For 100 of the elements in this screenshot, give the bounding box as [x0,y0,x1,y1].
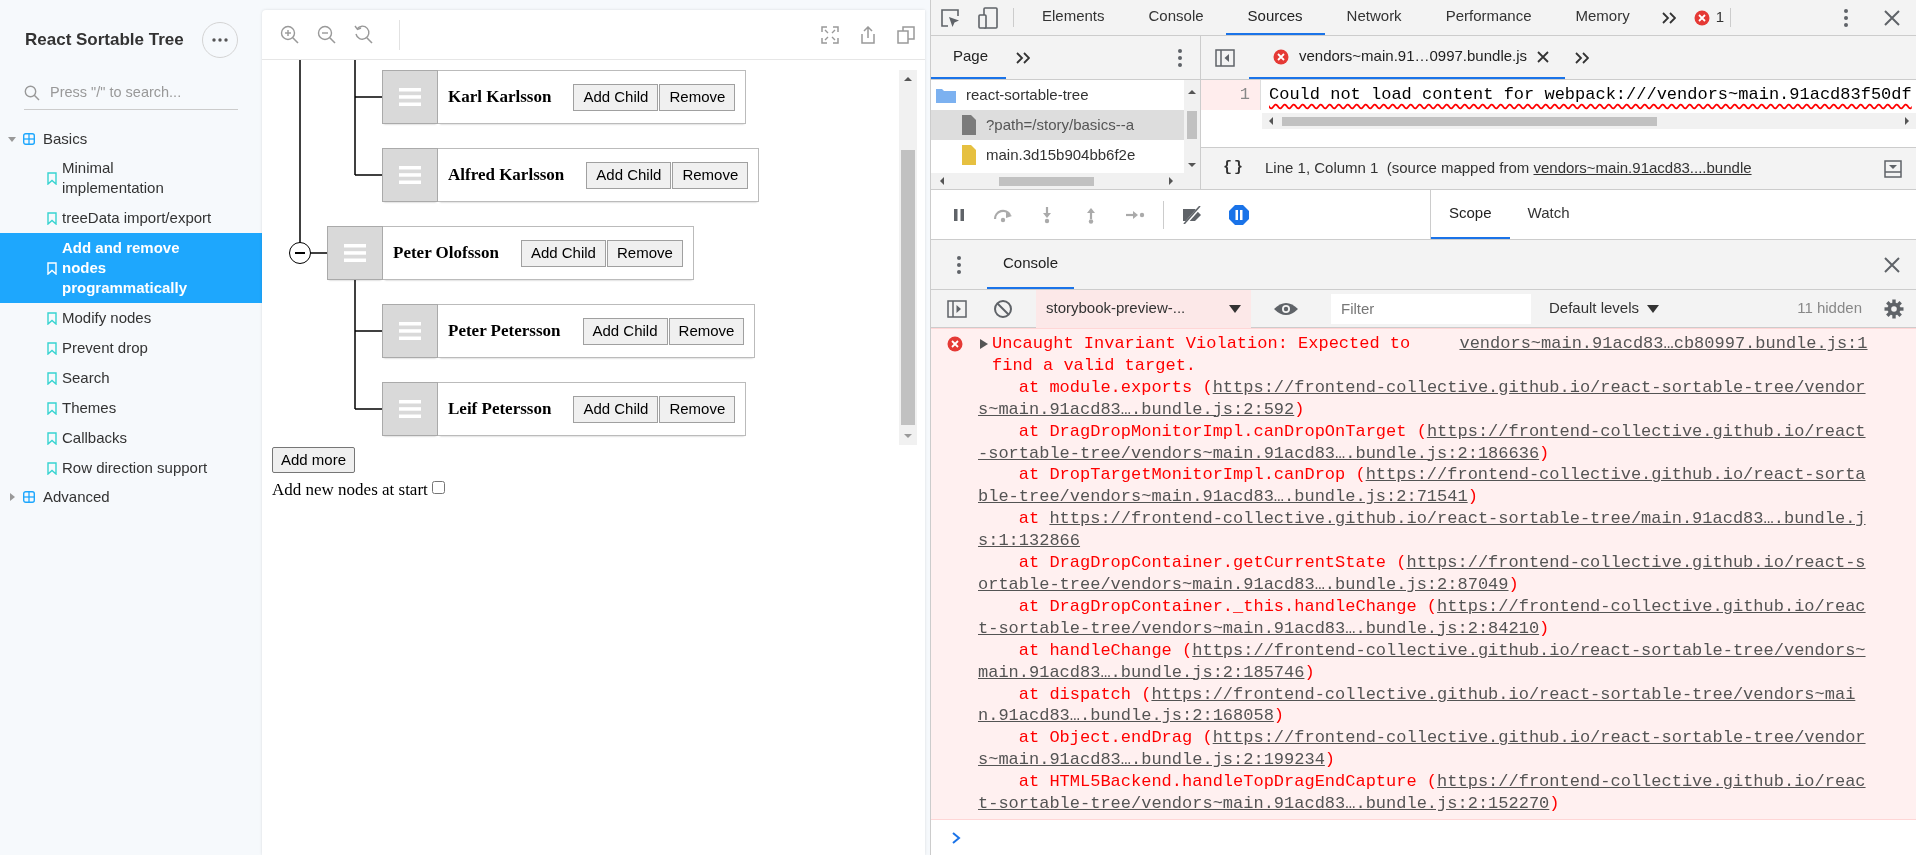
toggle-sidebar-icon[interactable] [1884,159,1902,178]
scrollbar-thumb[interactable] [1187,110,1197,139]
drag-handle[interactable] [382,70,438,124]
context-select[interactable]: storybook-preview-... [1036,289,1251,328]
file-tree-item[interactable]: ?path=/story/basics--a [931,110,1184,140]
devtools-tab[interactable]: Network [1324,0,1424,35]
pause-on-exceptions-icon[interactable] [1228,203,1250,226]
sidebar-item[interactable]: treeData import/export [0,203,262,233]
zoom-in-icon[interactable] [280,25,299,44]
fullscreen-icon[interactable] [821,25,839,44]
sidebar-item[interactable]: Modify nodes [0,303,262,333]
pretty-print-button[interactable]: {} [1223,157,1245,180]
sidebar-item[interactable]: Prevent drop [0,333,262,363]
reset-zoom-icon[interactable] [354,25,373,44]
drag-handle[interactable] [382,148,438,202]
devtools-tab[interactable]: Memory [1553,0,1652,35]
add-child-button[interactable]: Add Child [586,161,672,189]
collapse-button[interactable] [289,242,311,264]
clear-console-icon[interactable] [993,298,1013,319]
scrollbar-thumb[interactable] [901,150,915,425]
devtools-tab[interactable]: Performance [1423,0,1554,35]
caret-icon [7,134,17,144]
sidebar-item[interactable]: Callbacks [0,423,262,453]
sidebar-item[interactable]: Row direction support [0,453,262,483]
close-icon[interactable] [1884,256,1900,273]
sidebar-item[interactable]: Themes [0,393,262,423]
error-count[interactable]: 1 [1715,6,1724,29]
zoom-out-icon[interactable] [317,25,336,44]
source-link[interactable]: vendors~main.91acd83....bundle [1533,159,1752,177]
option-label: Add new nodes at start [272,479,428,501]
search-field[interactable]: Press "/" to search... [48,80,218,105]
scrollbar-thumb[interactable] [999,177,1094,186]
stack-frame: at Object.endDrag (https://frontend-collective.github.io/react-sortable-tree/vendors~main.91acd83….bundle.js:2:199234) [978,727,1868,772]
node-title: Leif Petersson [448,398,552,421]
sidebar-item[interactable]: Search [0,363,262,393]
more-tabs-icon[interactable] [1661,11,1676,24]
close-icon[interactable] [1537,50,1550,63]
scrollbar[interactable] [899,70,917,445]
sidebar-item[interactable]: Minimal implementation [0,153,262,203]
add-child-button[interactable]: Add Child [573,395,659,423]
scrollbar-thumb[interactable] [1282,117,1657,126]
sidebar-category[interactable]: Basics [0,125,262,153]
bookmark-icon [47,261,57,275]
more-tabs-icon[interactable] [1575,51,1590,64]
scrollbar[interactable] [1184,80,1200,173]
expand-triangle-icon[interactable] [978,338,990,350]
kebab-menu-icon[interactable] [1178,48,1182,67]
inspect-icon[interactable] [940,7,960,28]
caret-icon [7,492,17,502]
close-icon[interactable] [1884,9,1900,26]
file-tree-item[interactable]: react-sortable-tree [931,80,1184,110]
add-child-button[interactable]: Add Child [582,317,668,345]
bookmark-icon [47,311,57,325]
eye-icon[interactable] [1273,300,1299,317]
remove-button[interactable]: Remove [668,317,745,345]
scrollbar[interactable] [931,173,1200,189]
sidebar-category[interactable]: Advanced [0,483,262,511]
more-tabs-icon[interactable] [1016,51,1031,64]
copy-icon[interactable] [897,25,915,44]
drag-handle[interactable] [382,304,438,358]
node-title: Peter Petersson [448,320,561,343]
add-child-button[interactable]: Add Child [520,239,606,267]
scrollbar[interactable] [1262,113,1916,129]
component-icon [23,133,35,145]
remove-button[interactable]: Remove [659,395,736,423]
dropdown-caret-icon [1647,304,1660,313]
hamburger-icon [399,321,421,341]
remove-button[interactable]: Remove [606,239,683,267]
kebab-menu-icon[interactable] [957,255,961,274]
bookmark-icon [47,431,57,445]
checkbox[interactable] [431,481,445,495]
pause-icon[interactable] [951,206,967,223]
hamburger-icon [399,399,421,419]
filter-field[interactable]: Filter [1331,293,1531,324]
sidebar-toggle-icon[interactable] [947,299,967,318]
hamburger-icon [399,87,421,107]
add-child-button[interactable]: Add Child [573,83,659,111]
panel-tab[interactable]: Watch [1509,190,1588,239]
share-icon[interactable] [859,25,877,44]
bookmark-icon [47,461,57,475]
devtools-tab[interactable]: Elements [1020,0,1127,35]
levels-dropdown[interactable]: Default levels [1541,297,1668,320]
file-icon [961,114,977,136]
kebab-menu-icon[interactable] [1844,8,1848,27]
settings-icon[interactable] [1884,298,1904,319]
devtools-tab[interactable]: Console [1126,0,1226,35]
hamburger-icon [344,243,366,263]
app-title: React Sortable Tree [25,29,184,52]
drag-handle[interactable] [382,382,438,436]
remove-button[interactable]: Remove [659,83,736,111]
file-tree-item[interactable]: main.3d15b904bb6f2e [931,140,1184,170]
drag-handle[interactable] [327,226,383,280]
toggle-navigator-icon[interactable] [1215,48,1235,67]
source-link[interactable]: vendors~main.91acd83…cb80997.bundle.js:1 [1459,333,1868,355]
stack-frame: at DragDropContainer.getCurrentState (https://frontend-collective.github.io/react-sortable-tree/vendors~main.91acd83….bundle.js:2:87049) [978,552,1868,596]
device-toolbar-icon[interactable] [978,6,998,29]
add-more-button[interactable]: Add more [272,447,356,473]
bookmark-icon [47,171,57,185]
ellipsis-icon [212,38,228,42]
remove-button[interactable]: Remove [672,161,749,189]
